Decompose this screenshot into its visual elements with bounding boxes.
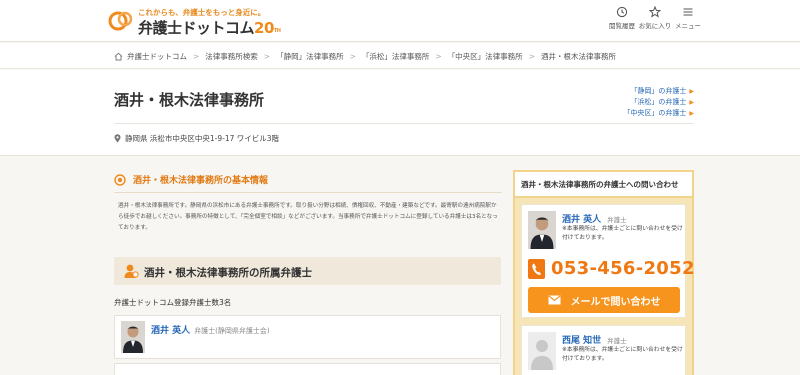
logo-anniversary: 20: [254, 19, 274, 37]
phone-number: 053-456-2052: [551, 258, 695, 279]
contact-note: ※本事務所は、弁護士ごとに問い合わせを受け付けております。: [562, 347, 683, 362]
contact-lawyer-name: 酒井 英人: [562, 215, 602, 225]
contact-note: ※本事務所は、弁護士ごとに問い合わせを受け付けております。: [562, 226, 683, 241]
office-address: 静岡県 浜松市中央区中央1-9-17 ワイビル3階: [114, 133, 279, 144]
triangle-right-icon: ▶: [689, 88, 694, 95]
triangle-right-icon: ▶: [689, 110, 694, 117]
lawyer-person-icon: [124, 264, 139, 278]
page-title: 酒井・根木法律事務所: [114, 91, 265, 109]
breadcrumb-separator: >: [193, 52, 200, 61]
mail-icon: [547, 295, 561, 305]
site-header: これからも、弁護士をもっと身近に。 弁護士ドットコム20TH 閲覧履歴 お気に入…: [0, 0, 800, 42]
logo-anniversary-suffix: TH: [273, 28, 281, 34]
logo-mark-icon: [108, 11, 133, 31]
star-icon: [649, 6, 661, 18]
lawyer-name: 酒井 英人: [151, 326, 191, 336]
breadcrumb-item-current: 酒井・根木法律事務所: [540, 52, 616, 61]
title-divider: [114, 123, 694, 124]
contact-sidebar-title: 酒井・根木法律事務所の弁護士への問い合わせ: [515, 172, 692, 198]
breadcrumb-item-chuo[interactable]: 「中央区」法律事務所: [448, 51, 523, 62]
breadcrumb-item-hamamatsu[interactable]: 「浜松」法律事務所: [362, 51, 430, 62]
phone-icon: [528, 258, 545, 279]
basic-info-header: 酒井・根木法律事務所の基本情報: [114, 173, 268, 186]
default-avatar-icon: [528, 332, 556, 370]
main-content: 酒井・根木法律事務所の基本情報 酒井・根木法律事務所です。静岡県の浜松市にある弁…: [114, 156, 502, 375]
contact-card: 酒井 英人 弁護士 ※本事務所は、弁護士ごとに問い合わせを受け付けております。 0…: [521, 204, 694, 318]
lawyer-list-item[interactable]: 酒井 英人 弁護士(静岡県弁護士会): [114, 315, 501, 359]
basic-info-text: 酒井・根木法律事務所です。静岡県の浜松市にある弁護士事務所です。取り扱い分野は相…: [118, 203, 498, 231]
menu-label: メニュー: [675, 22, 701, 30]
area-link-shizuoka[interactable]: 「静岡」の弁護士 ▶: [623, 86, 694, 97]
area-link-chuo-label: 「中央区」の弁護士: [623, 109, 687, 117]
mail-inquiry-label: メールで問い合わせ: [570, 296, 661, 308]
office-address-text: 静岡県 浜松市中央区中央1-9-17 ワイビル3階: [125, 134, 280, 143]
breadcrumb-separator: >: [263, 52, 271, 61]
breadcrumb-separator: >: [349, 52, 356, 61]
lawyer-photo: [528, 211, 556, 249]
area-link-shizuoka-label: 「静岡」の弁護士: [630, 87, 687, 95]
section-divider: [114, 192, 502, 193]
menu-icon: [683, 8, 693, 16]
contact-lawyer-role: 弁護士: [607, 337, 627, 345]
history-icon: [616, 6, 628, 18]
breadcrumb: 弁護士ドットコム > 法律事務所検索 > 「静岡」法律事務所 > 「浜松」法律事…: [0, 43, 800, 69]
home-icon: [114, 52, 123, 61]
logo-site-name: 弁護士ドットコム20TH: [138, 17, 281, 38]
lawyer-list-item[interactable]: [114, 363, 501, 375]
office-title-band: 酒井・根木法律事務所 「静岡」の弁護士 ▶ 「浜松」の弁護士 ▶ 「中央区」の弁護士…: [0, 70, 800, 156]
mail-inquiry-button[interactable]: メールで問い合わせ: [528, 287, 680, 313]
contact-lawyer-name: 西尾 知世: [562, 336, 602, 346]
lawyer-photo: [121, 321, 145, 353]
lawyers-section-header: 酒井・根木法律事務所の所属弁護士: [114, 257, 501, 285]
phone-call-link[interactable]: 053-456-2052: [528, 258, 695, 279]
contact-lawyer-role: 弁護士: [607, 216, 627, 224]
breadcrumb-separator: >: [528, 52, 535, 61]
logo-site-name-text: 弁護士ドットコム: [138, 19, 255, 37]
target-circle-icon: [114, 173, 126, 186]
contact-lawyer-name-link[interactable]: 酒井 英人 弁護士: [562, 212, 627, 225]
registered-lawyer-count: 弁護士ドットコム登録弁護士数3名: [114, 298, 232, 307]
area-link-hamamatsu-label: 「浜松」の弁護士: [630, 98, 687, 106]
lawyers-section-title: 酒井・根木法律事務所の所属弁護士: [144, 267, 312, 279]
breadcrumb-item-shizuoka[interactable]: 「静岡」法律事務所: [276, 51, 344, 62]
menu-button[interactable]: メニュー: [668, 6, 708, 36]
contact-card: 西尾 知世 弁護士 ※本事務所は、弁護士ごとに問い合わせを受け付けております。: [521, 325, 686, 375]
breadcrumb-separator: >: [435, 52, 442, 61]
area-link-hamamatsu[interactable]: 「浜松」の弁護士 ▶: [623, 97, 694, 108]
lawyer-association: 弁護士(静岡県弁護士会): [194, 327, 270, 335]
contact-sidebar: 酒井・根木法律事務所の弁護士への問い合わせ 酒井 英人 弁護士 ※本事務所は、弁護…: [513, 170, 694, 375]
contact-lawyer-name-link[interactable]: 西尾 知世 弁護士: [562, 333, 627, 346]
breadcrumb-item-home[interactable]: 弁護士ドットコム: [127, 51, 187, 62]
basic-info-title: 酒井・根木法律事務所の基本情報: [133, 176, 269, 186]
site-logo[interactable]: これからも、弁護士をもっと身近に。 弁護士ドットコム20TH: [108, 4, 281, 38]
lawyer-name-link[interactable]: 酒井 英人 弁護士(静岡県弁護士会): [151, 323, 270, 336]
triangle-right-icon: ▶: [689, 99, 694, 106]
area-links: 「静岡」の弁護士 ▶ 「浜松」の弁護士 ▶ 「中央区」の弁護士 ▶: [623, 86, 694, 119]
location-pin-icon: [114, 134, 121, 143]
area-link-chuo[interactable]: 「中央区」の弁護士 ▶: [623, 108, 694, 119]
breadcrumb-item-search[interactable]: 法律事務所検索: [205, 51, 258, 62]
